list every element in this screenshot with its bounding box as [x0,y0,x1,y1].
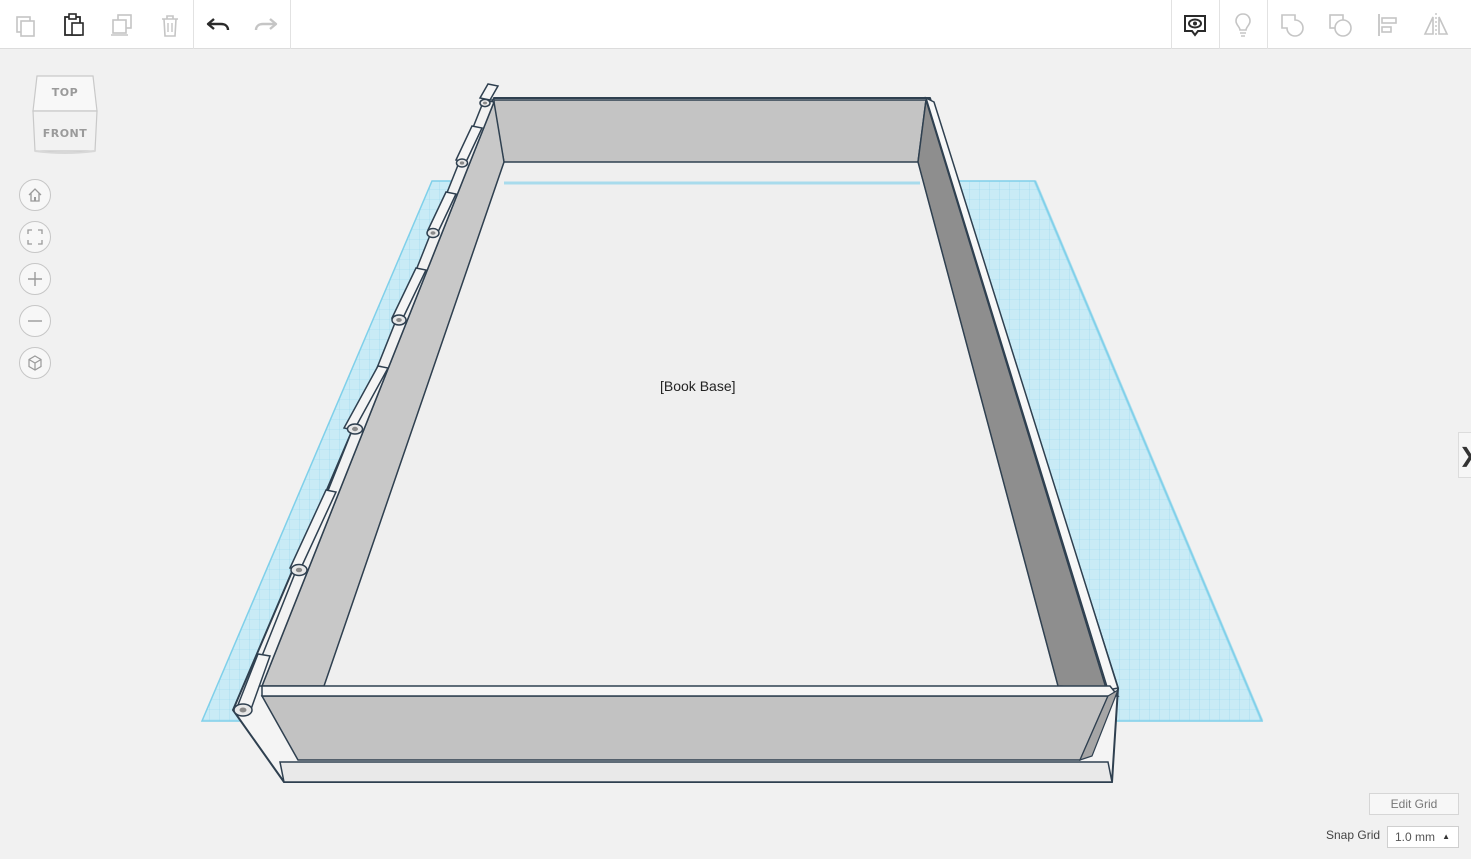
zoom-in-button[interactable] [19,263,51,295]
undo-button[interactable] [194,0,242,49]
mirror-button[interactable] [1412,0,1460,49]
minus-icon [28,320,42,322]
align-button[interactable] [1364,0,1412,49]
history-toolbar-group [194,0,290,49]
group-button[interactable] [1268,0,1316,49]
shape-toolbar-group [1219,0,1267,49]
caret-up-icon: ▲ [1442,832,1450,841]
view-cube[interactable]: TOP FRONT [29,73,101,155]
toolbar [0,0,1471,49]
home-view-button[interactable] [19,179,51,211]
home-icon [28,188,42,202]
redo-button[interactable] [242,0,290,49]
trash-icon [162,14,178,37]
show-all-button[interactable] [1171,0,1219,49]
paste-icon [64,12,84,36]
copy-button[interactable] [2,0,50,49]
group-icon [1281,13,1304,37]
eye-bubble-icon [1184,14,1206,37]
side-panel-toggle[interactable]: ❯ [1458,432,1471,478]
snap-grid-label: Snap Grid [1326,828,1381,842]
fit-view-button[interactable] [19,221,51,253]
projection-button[interactable] [19,347,51,379]
snap-grid-select[interactable]: 1.0 mm ▲ [1387,826,1459,848]
paste-button[interactable] [50,0,98,49]
view-cube-top-label[interactable]: TOP [29,86,101,99]
view-cube-front-label[interactable]: FRONT [29,127,101,140]
copy-icon [16,15,35,37]
snap-grid-value: 1.0 mm [1395,830,1436,844]
workplane-viewport[interactable] [0,50,1471,859]
zoom-out-button[interactable] [19,305,51,337]
fit-view-icon [27,229,43,245]
delete-button[interactable] [146,0,194,49]
undo-icon [206,17,230,30]
duplicate-button[interactable] [98,0,146,49]
lightbulb-icon [1235,12,1251,37]
view-toolbar-group [1171,0,1219,49]
arrange-toolbar-group [1268,0,1460,49]
ungroup-button[interactable] [1316,0,1364,49]
plus-icon [28,272,42,286]
cube-icon [28,355,42,371]
light-button[interactable] [1219,0,1267,49]
edit-grid-button[interactable]: Edit Grid [1369,793,1459,815]
ungroup-icon [1329,13,1352,37]
object-name-label: [Book Base] [660,378,736,394]
toolbar-divider [290,0,291,49]
align-icon [1378,13,1397,36]
mirror-icon [1423,12,1449,37]
redo-icon [254,17,278,30]
duplicate-icon [111,13,132,36]
edit-toolbar-group [2,0,194,49]
